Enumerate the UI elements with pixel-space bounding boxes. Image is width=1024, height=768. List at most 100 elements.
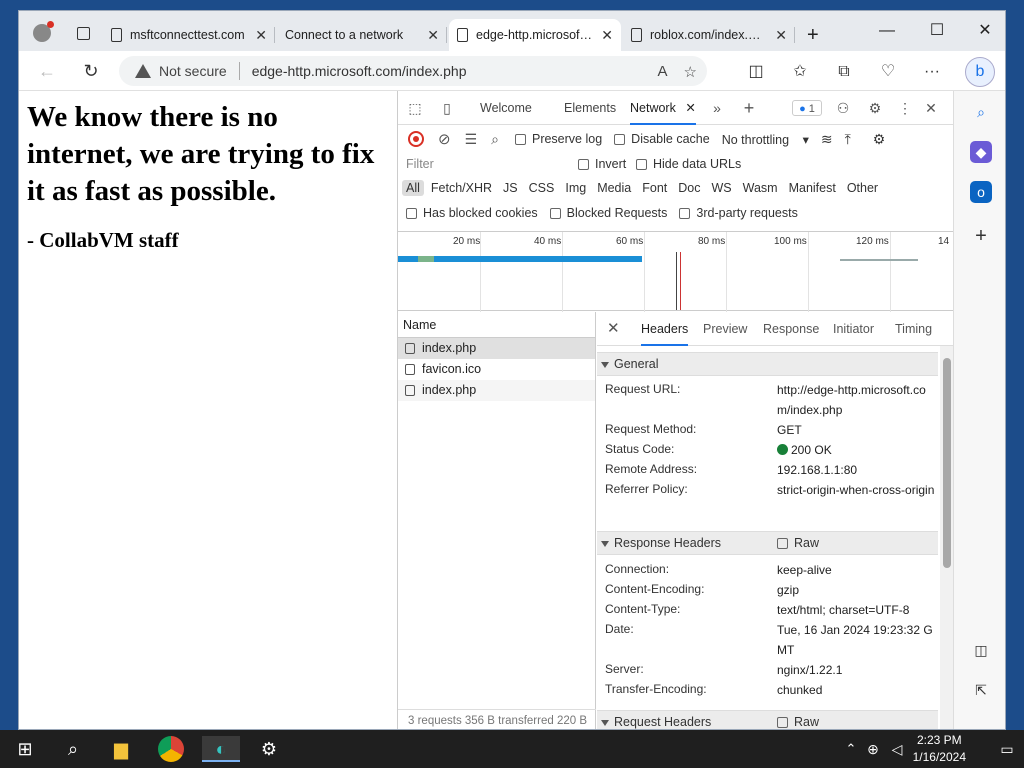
url-text[interactable]: edge-http.microsoft.com/index.php [252, 63, 467, 79]
system-clock[interactable]: 2:23 PM 1/16/2024 [913, 732, 966, 766]
notifications-icon[interactable]: ▭ [994, 736, 1020, 762]
clear-icon[interactable]: ⊘ [438, 130, 451, 148]
new-tab-button[interactable]: + [799, 19, 829, 51]
address-bar[interactable]: Not secure edge-http.microsoft.com/index… [119, 56, 707, 86]
more-menu-button[interactable]: ··· [921, 61, 943, 83]
favorite-star-icon[interactable]: ☆ [684, 63, 697, 81]
add-tab-icon[interactable]: + [740, 99, 758, 117]
request-headers-section-header[interactable]: Request Headers Raw [597, 710, 938, 729]
edge-icon[interactable]: ◐ [202, 736, 240, 762]
tab-timing[interactable]: Timing [895, 312, 932, 346]
filter-icon[interactable]: ☰ [465, 131, 478, 148]
type-manifest[interactable]: Manifest [785, 180, 840, 196]
import-icon[interactable]: ⤒ [845, 131, 851, 148]
raw-checkbox[interactable]: Raw [777, 532, 819, 554]
raw-checkbox[interactable]: Raw [777, 711, 819, 729]
request-row[interactable]: index.php [398, 380, 595, 401]
response-headers-section-header[interactable]: Response Headers Raw [597, 531, 938, 555]
close-tab-icon[interactable]: ✕ [775, 27, 787, 44]
split-screen-button[interactable]: ◫ [745, 61, 767, 83]
record-button[interactable] [408, 131, 424, 147]
preserve-log-checkbox[interactable]: Preserve log [514, 132, 602, 146]
profile-button[interactable] [25, 17, 67, 49]
close-detail-icon[interactable]: ✕ [607, 312, 620, 346]
type-css[interactable]: CSS [525, 180, 559, 196]
network-timeline[interactable]: 20 ms 40 ms 60 ms 80 ms 100 ms 120 ms 14 [398, 231, 954, 312]
wifi-icon[interactable]: ≋ [821, 131, 833, 148]
settings-gear-icon[interactable]: ⚙ [866, 100, 884, 116]
type-media[interactable]: Media [593, 180, 635, 196]
tab-network[interactable]: Network ✕ [630, 91, 696, 125]
type-all[interactable]: All [402, 180, 424, 196]
tab-welcome[interactable]: Welcome [480, 91, 532, 125]
filter-input[interactable]: Filter [406, 154, 564, 174]
close-tab-icon[interactable]: ✕ [427, 27, 439, 44]
volume-muted-icon[interactable]: ◁ [884, 736, 910, 762]
inspect-icon[interactable]: ⬚ [406, 100, 424, 116]
settings-gear-icon[interactable]: ⚙ [256, 736, 282, 762]
close-tab-icon[interactable]: ✕ [255, 27, 267, 44]
connect-icon[interactable]: ⚇ [834, 100, 852, 116]
file-explorer-icon[interactable]: ▆ [108, 736, 134, 762]
tab-msftconnecttest[interactable]: msftconnecttest.com ✕ [103, 19, 275, 51]
back-button[interactable]: ← [35, 60, 59, 82]
outlook-icon[interactable]: o [970, 181, 992, 203]
tab-initiator[interactable]: Initiator [833, 312, 874, 346]
tab-headers[interactable]: Headers [641, 312, 689, 346]
close-window-button[interactable]: ✕ [975, 21, 995, 41]
tab-response[interactable]: Response [763, 312, 819, 346]
type-img[interactable]: Img [561, 180, 590, 196]
type-js[interactable]: JS [499, 180, 522, 196]
network-icon[interactable]: ⊕ [860, 736, 886, 762]
maximize-button[interactable]: ☐ [927, 21, 947, 41]
read-aloud-icon[interactable]: A [658, 63, 668, 81]
close-tab-icon[interactable]: ✕ [601, 27, 613, 44]
tab-edge-http[interactable]: edge-http.microsoft.com ✕ [449, 19, 621, 51]
refresh-button[interactable]: ↻ [79, 60, 103, 82]
network-settings-icon[interactable]: ⚙ [873, 131, 886, 148]
name-column-header[interactable]: Name [398, 312, 595, 338]
search-icon[interactable]: ⌕ [60, 736, 86, 762]
copilot-button[interactable]: b [965, 57, 995, 87]
blocked-requests-checkbox[interactable]: Blocked Requests [549, 206, 667, 220]
type-doc[interactable]: Doc [674, 180, 704, 196]
request-row[interactable]: favicon.ico [398, 359, 595, 380]
issues-counter[interactable]: ● 1 [792, 100, 822, 116]
detail-scrollbar[interactable] [940, 346, 954, 729]
external-link-icon[interactable]: ⇱ [970, 679, 992, 701]
disable-cache-checkbox[interactable]: Disable cache [614, 132, 710, 146]
search-icon[interactable]: ⌕ [970, 101, 992, 123]
collections-button[interactable]: ⧉ [833, 61, 855, 83]
type-other[interactable]: Other [843, 180, 882, 196]
hide-data-urls-checkbox[interactable]: Hide data URLs [636, 157, 741, 171]
more-tabs-icon[interactable]: » [708, 100, 726, 116]
device-toolbar-icon[interactable]: ▯ [438, 100, 456, 116]
customize-icon[interactable]: ⋮ [896, 100, 914, 116]
type-wasm[interactable]: Wasm [739, 180, 782, 196]
sidebar-toggle-icon[interactable]: ◫ [970, 639, 992, 661]
start-windows-icon[interactable]: ⊞ [12, 736, 38, 762]
invert-checkbox[interactable]: Invert [578, 157, 626, 171]
close-devtools-icon[interactable]: ✕ [922, 100, 940, 116]
tab-preview[interactable]: Preview [703, 312, 747, 346]
add-app-icon[interactable]: + [970, 225, 992, 247]
search-icon[interactable]: ⌕ [491, 131, 499, 148]
performance-button[interactable]: ♡ [877, 61, 899, 83]
security-label[interactable]: Not secure [159, 63, 227, 79]
scrollbar-thumb[interactable] [943, 358, 951, 568]
third-party-checkbox[interactable]: 3rd-party requests [679, 206, 798, 220]
request-row[interactable]: index.php [398, 338, 595, 359]
type-fetch-xhr[interactable]: Fetch/XHR [427, 180, 496, 196]
favorites-button[interactable]: ✩ [789, 61, 811, 83]
chrome-icon[interactable] [158, 736, 184, 762]
tab-connect-network[interactable]: Connect to a network ✕ [277, 19, 447, 51]
general-section-header[interactable]: General [597, 352, 938, 376]
type-ws[interactable]: WS [707, 180, 735, 196]
vertical-tabs-button[interactable] [69, 17, 99, 49]
copilot-app-icon[interactable]: ◆ [970, 141, 992, 163]
throttling-select[interactable]: No throttling ▾ [722, 132, 809, 147]
blocked-cookies-checkbox[interactable]: Has blocked cookies [406, 206, 538, 220]
tab-elements[interactable]: Elements [564, 91, 616, 125]
close-icon[interactable]: ✕ [685, 101, 695, 115]
minimize-button[interactable]: — [877, 21, 897, 41]
